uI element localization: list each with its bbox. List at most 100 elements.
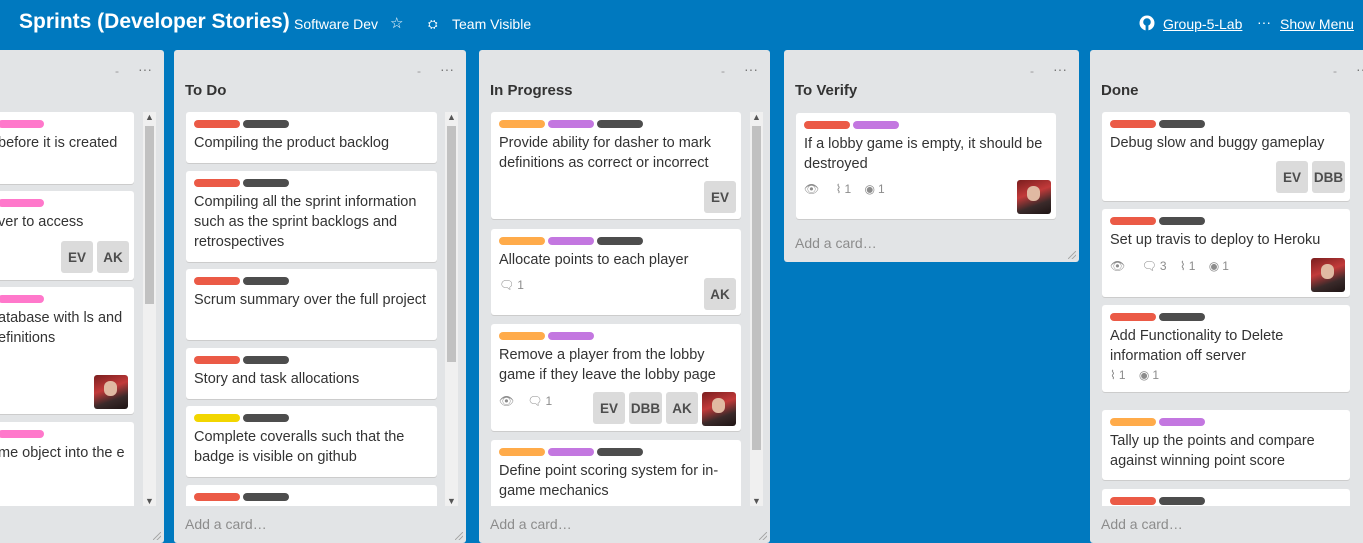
card[interactable]: Remove a player from the lobby game if t… (491, 324, 741, 431)
ellipsis-icon[interactable]: ··· (1257, 13, 1271, 31)
github-badge: ◉ 1 (1209, 259, 1229, 273)
attachment-count: 1 (1188, 259, 1196, 273)
member-avatar[interactable]: AK (666, 392, 698, 424)
label-dark (243, 277, 289, 285)
member-avatar[interactable]: EV (593, 392, 625, 424)
add-card-button[interactable]: Add a card… (795, 235, 877, 251)
label-dark (1159, 217, 1205, 225)
list-menu-icon[interactable]: ··· (1356, 61, 1363, 77)
member-avatar[interactable]: EV (704, 181, 736, 213)
resize-handle[interactable] (455, 532, 463, 540)
show-menu-button[interactable]: Show Menu (1280, 16, 1354, 32)
list-scrollbar[interactable]: ▲ ▼ (445, 112, 458, 506)
attachment-badge: ⌇ 1 (836, 182, 852, 196)
card[interactable] (186, 485, 437, 506)
card[interactable]: Compiling all the sprint information suc… (186, 171, 437, 262)
list-title[interactable]: To Verify (795, 82, 857, 99)
card[interactable]: If a lobby game is empty, it should be d… (796, 113, 1056, 219)
card[interactable]: Define point scoring system for in-game … (491, 440, 741, 506)
list-menu-icon[interactable]: ··· (138, 61, 152, 77)
label-dark (243, 179, 289, 187)
list-title[interactable]: In Progress (490, 82, 573, 99)
card-title: Story and task allocations (194, 371, 360, 387)
list-title[interactable]: To Do (185, 82, 226, 99)
card[interactable]: me object into the e (0, 422, 134, 506)
card-title: ver to access (0, 214, 84, 230)
card[interactable]: Story and task allocations (186, 348, 437, 399)
board-title[interactable]: Sprints (Developer Stories) (19, 10, 290, 34)
list-minimize[interactable]: - (115, 64, 119, 78)
list-scrollbar[interactable]: ▲ ▼ (750, 112, 763, 506)
github-icon: ◉ (864, 182, 875, 196)
label-dark (597, 237, 643, 245)
member-avatar[interactable]: DBB (629, 392, 662, 424)
card[interactable]: Complete coveralls such that the badge i… (186, 406, 437, 477)
resize-handle[interactable] (153, 532, 161, 540)
label-dark (243, 414, 289, 422)
card[interactable]: Compiling the product backlog (186, 112, 437, 163)
card[interactable]: Debug slow and buggy gameplay EV DBB (1102, 112, 1350, 201)
scroll-down-icon[interactable]: ▼ (750, 496, 763, 506)
comment-badge: 🗨 1 (527, 394, 552, 408)
scroll-thumb[interactable] (752, 126, 761, 450)
team-icon[interactable]: ⛭ (428, 15, 438, 33)
comment-count: 1 (517, 278, 524, 292)
card-title: Debug slow and buggy gameplay (1110, 135, 1325, 151)
member-avatar-photo[interactable] (94, 375, 128, 409)
team-button[interactable]: Software Dev (294, 16, 378, 32)
scroll-down-icon[interactable]: ▼ (445, 496, 458, 506)
member-avatar[interactable]: EV (61, 241, 93, 273)
card[interactable] (1102, 489, 1350, 506)
eye-icon: 👁 (804, 182, 820, 196)
card[interactable]: ver to access EV AK (0, 191, 134, 280)
comment-icon: 🗨 (527, 394, 543, 408)
scroll-down-icon[interactable]: ▼ (143, 496, 156, 506)
list-menu-icon[interactable]: ··· (440, 61, 454, 77)
resize-handle[interactable] (1068, 251, 1076, 259)
member-avatar[interactable]: DBB (1312, 161, 1345, 193)
card[interactable]: atabase with ls and efinitions (0, 287, 134, 414)
label-purple (548, 237, 594, 245)
member-avatar[interactable]: AK (97, 241, 129, 273)
scroll-thumb[interactable] (447, 126, 456, 362)
list-minimize[interactable]: - (721, 64, 725, 78)
github-icon: ◉ (1208, 259, 1220, 273)
scroll-up-icon[interactable]: ▲ (750, 112, 763, 122)
list-scrollbar[interactable]: ▲ ▼ (143, 112, 156, 506)
scroll-up-icon[interactable]: ▲ (445, 112, 458, 122)
card[interactable]: Scrum summary over the full project (186, 269, 437, 340)
card[interactable]: Set up travis to deploy to Heroku 👁 🗨 3 ⌇… (1102, 209, 1350, 297)
list-minimize[interactable]: - (1333, 64, 1337, 78)
list-menu-icon[interactable]: ··· (744, 61, 758, 77)
member-avatar-photo[interactable] (702, 392, 736, 426)
scroll-up-icon[interactable]: ▲ (143, 112, 156, 122)
label-pink (0, 199, 44, 207)
list-minimize[interactable]: - (417, 64, 421, 78)
label-dark (243, 356, 289, 364)
label-red (194, 179, 240, 187)
repo-link[interactable]: Group-5-Lab (1163, 16, 1242, 32)
member-avatar-photo[interactable] (1017, 180, 1051, 214)
add-card-button[interactable]: Add a card… (1101, 516, 1183, 532)
visibility-button[interactable]: Team Visible (452, 16, 531, 32)
card[interactable]: Allocate points to each player 🗨 1 AK (491, 229, 741, 315)
member-avatar[interactable]: AK (704, 278, 736, 310)
label-orange (499, 237, 545, 245)
card[interactable]: before it is created (0, 112, 134, 184)
card[interactable]: Provide ability for dasher to mark defin… (491, 112, 741, 219)
list-title[interactable]: Done (1101, 82, 1139, 99)
list-minimize[interactable]: - (1030, 64, 1034, 78)
card[interactable]: Tally up the points and compare against … (1102, 410, 1350, 480)
resize-handle[interactable] (759, 532, 767, 540)
list-menu-icon[interactable]: ··· (1053, 61, 1067, 77)
card[interactable]: Add Functionality to Delete information … (1102, 305, 1350, 392)
attachment-badge: ⌇ 1 (1110, 368, 1126, 382)
label-red (1110, 313, 1156, 321)
member-avatar[interactable]: EV (1276, 161, 1308, 193)
scroll-thumb[interactable] (145, 126, 154, 304)
add-card-button[interactable]: Add a card… (185, 516, 267, 532)
paperclip-icon: ⌇ (1179, 259, 1186, 273)
star-icon[interactable]: ☆ (390, 15, 403, 33)
add-card-button[interactable]: Add a card… (490, 516, 572, 532)
member-avatar-photo[interactable] (1311, 258, 1345, 292)
